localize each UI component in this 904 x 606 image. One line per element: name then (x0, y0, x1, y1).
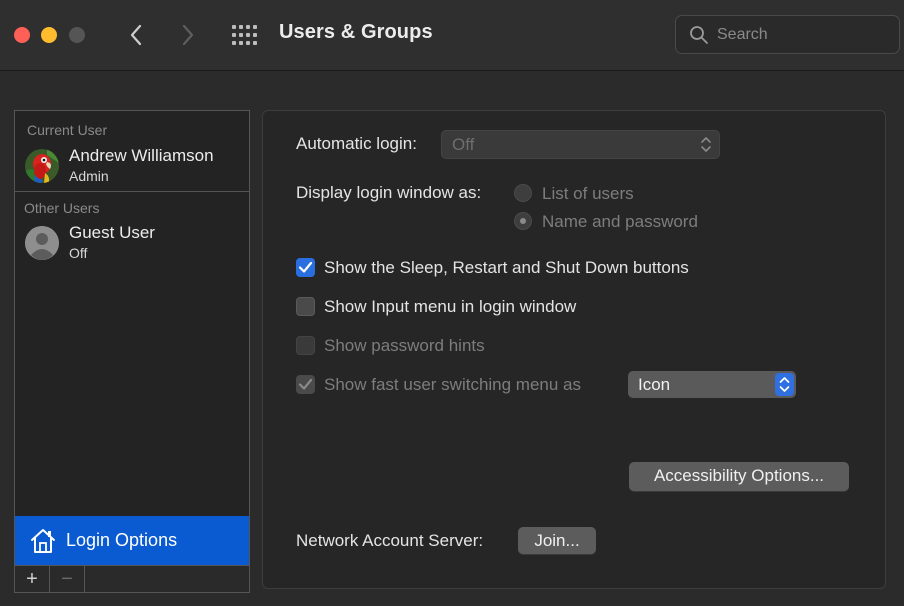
current-user-role: Admin (69, 168, 109, 184)
login-options-label: Login Options (66, 530, 178, 550)
show-all-grid-icon[interactable] (231, 24, 257, 46)
search-field[interactable] (675, 15, 900, 54)
back-button[interactable] (122, 20, 150, 50)
chevron-updown-icon (779, 377, 790, 392)
login-options-item[interactable]: Login Options (15, 516, 249, 565)
chevron-updown-icon (701, 137, 711, 152)
checkmark-icon (298, 378, 313, 390)
accessibility-options-button[interactable]: Accessibility Options... (629, 462, 849, 491)
fast-user-switching-value: Icon (638, 375, 671, 394)
window-title: Users & Groups (279, 21, 433, 43)
checkmark-icon (298, 261, 313, 273)
password-hints-checkbox[interactable] (296, 336, 315, 355)
fast-user-switching-popup[interactable]: Icon (628, 371, 796, 398)
name-and-password-label: Name and password (542, 212, 698, 231)
fast-user-switching-checkbox[interactable] (296, 375, 315, 394)
forward-button[interactable] (174, 20, 202, 50)
fast-user-switching-label: Show fast user switching menu as (324, 375, 582, 394)
title-bar: Users & Groups (0, 0, 904, 71)
sidebar-footer: + − (15, 565, 249, 592)
sidebar-divider (15, 191, 249, 192)
sleep-restart-checkbox[interactable] (296, 258, 315, 277)
join-button[interactable]: Join... (518, 527, 596, 554)
add-user-button[interactable]: + (15, 566, 50, 592)
house-icon (31, 529, 55, 553)
close-window-button[interactable] (14, 27, 30, 43)
automatic-login-value: Off (452, 135, 475, 154)
current-user-header: Current User (27, 122, 108, 138)
avatar (25, 226, 59, 260)
radio-name-and-password[interactable] (514, 212, 532, 230)
guest-user-status: Off (69, 245, 88, 261)
chevron-right-icon (182, 24, 194, 46)
password-hints-label: Show password hints (324, 336, 485, 355)
guest-user-name: Guest User (69, 223, 155, 242)
automatic-login-popup[interactable]: Off (441, 130, 720, 159)
users-sidebar: Current User Andrew Williamson Admin Oth… (14, 110, 250, 593)
radio-list-of-users[interactable] (514, 184, 532, 202)
chevron-left-icon (130, 24, 142, 46)
login-options-panel: Automatic login: Off Display login windo… (262, 110, 886, 589)
automatic-login-label: Automatic login: (296, 134, 417, 153)
minimize-window-button[interactable] (41, 27, 57, 43)
input-menu-checkbox[interactable] (296, 297, 315, 316)
list-of-users-label: List of users (542, 184, 634, 203)
network-account-label: Network Account Server: (296, 531, 484, 550)
remove-user-button[interactable]: − (50, 566, 85, 592)
search-icon (690, 26, 708, 44)
other-users-header: Other Users (24, 200, 100, 216)
input-menu-label: Show Input menu in login window (324, 297, 577, 316)
guest-user-row[interactable]: Guest User Off (15, 218, 249, 268)
current-user-name: Andrew Williamson (69, 146, 214, 165)
parrot-avatar-icon (25, 149, 59, 183)
popup-stepper (775, 373, 794, 396)
sleep-restart-label: Show the Sleep, Restart and Shut Down bu… (324, 258, 689, 277)
zoom-window-button[interactable] (69, 27, 85, 43)
generic-user-icon (25, 226, 59, 260)
search-input[interactable] (717, 24, 887, 46)
avatar (25, 149, 59, 183)
display-login-label: Display login window as: (296, 183, 482, 202)
current-user-row[interactable]: Andrew Williamson Admin (15, 141, 249, 191)
